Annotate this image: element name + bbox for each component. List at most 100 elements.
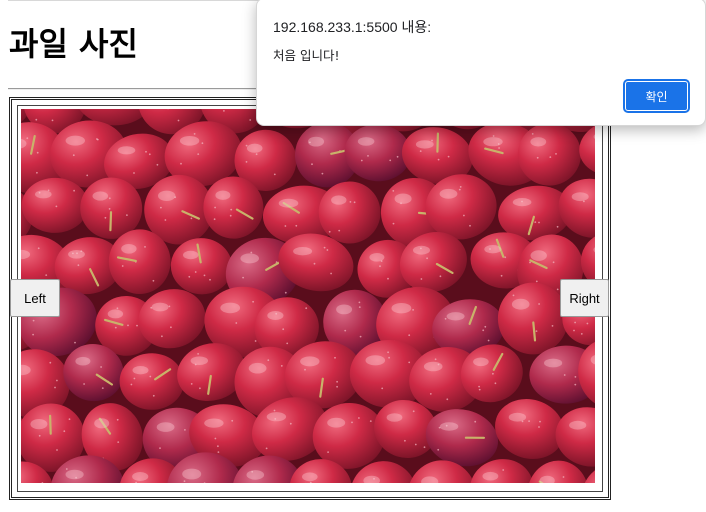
apple-speckle (353, 201, 356, 204)
apple-highlight (75, 356, 91, 366)
apple-speckle (304, 368, 306, 371)
apple-highlight (30, 419, 48, 430)
apple-speckle (136, 324, 138, 327)
apple-speckle (574, 376, 577, 378)
apple-speckle (86, 174, 89, 177)
apple-highlight (278, 198, 299, 208)
apple-speckle (114, 326, 117, 329)
apple-speckle (330, 272, 332, 275)
apple-speckle (586, 322, 589, 325)
apple-speckle (313, 262, 316, 265)
apple-speckle (152, 394, 155, 397)
apple-speckle (190, 217, 193, 220)
apple-speckle (328, 230, 331, 233)
apple-highlight (357, 137, 375, 146)
apple-speckle (487, 339, 490, 342)
apple-highlight (365, 355, 386, 366)
apple-speckle (381, 387, 384, 390)
apple-highlight (220, 302, 241, 314)
apple-highlight (65, 469, 84, 480)
apple-speckle (51, 119, 54, 122)
apple-speckle (101, 387, 104, 389)
apple-speckle (336, 380, 338, 383)
apple-speckle (478, 385, 480, 388)
apple-highlight (156, 422, 175, 432)
apple-highlight (179, 136, 200, 146)
apple-speckle (201, 142, 204, 145)
apple-highlight (107, 309, 124, 319)
apple-speckle (367, 155, 369, 157)
apple-speckle (284, 225, 287, 227)
previous-image-button[interactable]: Left (10, 279, 60, 317)
apple-highlight (369, 253, 385, 262)
apple-speckle (116, 307, 119, 310)
apple-speckle (434, 358, 437, 361)
apple-highlight (35, 190, 52, 199)
apple-speckle (538, 221, 540, 224)
apple-speckle (183, 480, 186, 483)
apple-speckle (77, 264, 80, 267)
apple-highlight (267, 311, 284, 320)
apple-speckle (180, 162, 182, 165)
apple-highlight (394, 193, 412, 204)
apple-speckle (338, 229, 341, 232)
apple-speckle (437, 158, 440, 161)
page: 과일 사진 Left Right 192.168.233.1:5500 내용: … (0, 0, 706, 512)
apple-speckle (552, 261, 555, 264)
next-image-button[interactable]: Right (560, 279, 609, 317)
apple-speckle (379, 265, 381, 268)
alert-dialog: 192.168.233.1:5500 내용: 처음 입니다! 확인 (256, 0, 706, 126)
apple-speckle (336, 385, 338, 388)
apple-speckle (145, 150, 147, 153)
apple-highlight (508, 412, 527, 422)
apple-highlight (569, 420, 587, 430)
apple-speckle (446, 398, 449, 401)
alert-ok-button[interactable]: 확인 (623, 79, 690, 113)
apple-speckle (184, 429, 186, 431)
apple-speckle (334, 356, 336, 359)
apple-speckle (482, 329, 485, 332)
apple-speckle (551, 325, 554, 327)
apple-speckle (305, 307, 308, 310)
apple-speckle (358, 417, 360, 419)
apple-speckle (484, 325, 487, 328)
apple-speckle (148, 153, 151, 156)
apple-highlight (92, 191, 109, 201)
apple-highlight (327, 417, 346, 428)
apple-speckle (536, 156, 539, 159)
apple-speckle (267, 359, 270, 362)
apple-speckle (351, 421, 353, 424)
apple-speckle (327, 451, 329, 453)
apple-speckle (152, 279, 155, 282)
apple-speckle (217, 451, 220, 453)
apple-speckle (538, 426, 540, 428)
apple-highlight (544, 358, 563, 368)
gallery-frame (9, 97, 611, 500)
apple-speckle (159, 447, 161, 449)
apple-speckle (426, 257, 428, 260)
apple-highlight (302, 472, 318, 482)
apple-highlight (300, 356, 320, 367)
apple-speckle (549, 156, 552, 158)
apple-speckle (420, 278, 423, 280)
apple-speckle (459, 186, 462, 188)
apple-highlight (439, 188, 458, 199)
apple-speckle (311, 163, 313, 166)
apple-speckle (359, 335, 362, 338)
page-title: 과일 사진 (9, 25, 138, 63)
apple-speckle (282, 328, 285, 331)
apple-speckle (431, 139, 433, 142)
apple-speckle (194, 271, 197, 273)
apple-speckle (144, 246, 146, 248)
apple-highlight (413, 245, 430, 255)
apple-highlight (215, 190, 231, 200)
apple-speckle (32, 319, 35, 322)
apple-speckle (478, 388, 481, 391)
apple-speckle (512, 294, 515, 297)
apple-highlight (246, 143, 263, 153)
apple-speckle (37, 247, 40, 250)
apple-speckle (531, 133, 534, 135)
apple-speckle (36, 171, 38, 174)
apple-speckle (164, 219, 167, 221)
apple-speckle (392, 222, 395, 225)
